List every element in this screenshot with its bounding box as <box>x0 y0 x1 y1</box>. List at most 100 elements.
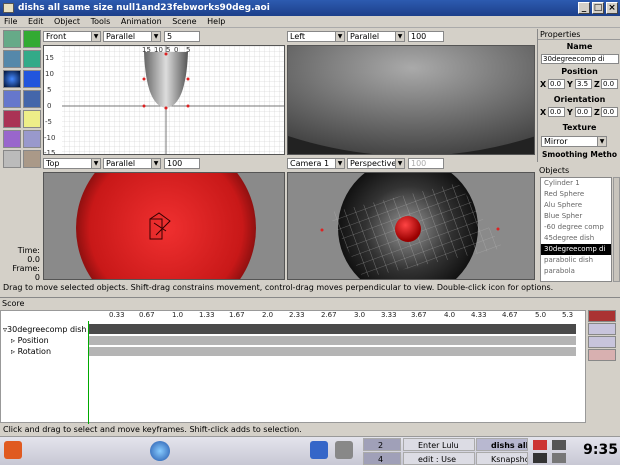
orientation-y-field[interactable]: 0.0 <box>575 107 592 117</box>
tray-icon[interactable] <box>533 440 547 450</box>
position-fields: X 0.0 Y 3.5 Z 0.0 <box>539 79 620 90</box>
timeline-tick: 4.0 <box>444 311 456 319</box>
track-list: ▿30degreecomp dish ▹ Position ▹ Rotation <box>3 324 88 357</box>
ruler-label: 0 <box>174 46 179 54</box>
cube-tool-icon[interactable] <box>23 70 41 88</box>
polymesh-tool-icon[interactable] <box>3 90 21 108</box>
list-item[interactable]: parabolic dish <box>541 255 611 266</box>
view4-mode-select[interactable]: Perspective ▼ <box>347 158 405 169</box>
menu-bar: File Edit Object Tools Animation Scene H… <box>0 16 620 28</box>
track-bar-object[interactable] <box>88 324 576 334</box>
timeline-tick: 2.67 <box>321 311 337 319</box>
konqueror-icon[interactable] <box>310 441 328 459</box>
kde-launcher-icon[interactable] <box>150 441 170 461</box>
minimize-button[interactable]: _ <box>578 2 590 14</box>
pan-tool-icon[interactable] <box>3 150 21 168</box>
keyframe-mode-icon[interactable] <box>588 349 616 361</box>
tray-icon[interactable] <box>533 453 547 463</box>
home-icon[interactable] <box>4 441 22 459</box>
task-dishs-all[interactable]: dishs all <box>476 438 528 451</box>
view2-zoom-field[interactable]: 100 <box>408 31 444 42</box>
timeline-ruler[interactable]: 0.33 0.67 1.0 1.33 1.67 2.0 2.33 2.67 3.… <box>88 311 578 321</box>
curve-tool-icon[interactable] <box>23 50 41 68</box>
task-enter-lulu[interactable]: Enter Lulu <box>403 438 475 451</box>
move-tool-icon[interactable] <box>3 30 21 48</box>
light-tool-icon[interactable] <box>23 110 41 128</box>
front-viewport[interactable]: 15 10 5 0 -5 -10 -15 15 10 5 0 5 <box>43 45 285 155</box>
camera-tool-icon[interactable] <box>3 110 21 128</box>
orientation-z-field[interactable]: 0.0 <box>601 107 618 117</box>
position-x-field[interactable]: 0.0 <box>548 79 565 89</box>
tray-icon[interactable] <box>552 453 566 463</box>
window-title: dishs all same size null1and23febworks90… <box>18 3 270 13</box>
top-viewport[interactable] <box>43 172 285 280</box>
menu-file[interactable]: File <box>0 16 21 28</box>
menu-object[interactable]: Object <box>50 16 84 28</box>
track-position[interactable]: ▹ Position <box>3 335 88 346</box>
orientation-x-field[interactable]: 0.0 <box>548 107 565 117</box>
desktop-4-button[interactable]: 4 <box>363 452 401 465</box>
track-bar-rotation[interactable] <box>88 347 576 356</box>
cylinder-tool-icon[interactable] <box>23 90 41 108</box>
position-z-field[interactable]: 0.0 <box>601 79 618 89</box>
tube-tool-icon[interactable] <box>23 130 41 148</box>
view1-view-select[interactable]: Front ▼ <box>43 31 101 42</box>
ruler-label: 10 <box>154 46 163 54</box>
view2-mode-select[interactable]: Parallel ▼ <box>347 31 405 42</box>
position-label: Position <box>561 67 598 76</box>
view1-zoom-field[interactable]: 5 <box>164 31 200 42</box>
track-rotation[interactable]: ▹ Rotation <box>3 346 88 357</box>
view4-view-select[interactable]: Camera 1 ▼ <box>287 158 345 169</box>
close-button[interactable]: × <box>606 2 618 14</box>
list-item[interactable]: Red Sphere <box>541 189 611 200</box>
view1-mode-select[interactable]: Parallel ▼ <box>103 31 161 42</box>
view-rotate-tool-icon[interactable] <box>23 150 41 168</box>
tray-icon[interactable] <box>552 440 566 450</box>
desktop-2-button[interactable]: 2 <box>363 438 401 451</box>
menu-edit[interactable]: Edit <box>24 16 48 28</box>
playhead[interactable] <box>88 321 89 424</box>
objects-scrollbar[interactable] <box>613 177 620 282</box>
status-bar: Drag to move selected objects. Shift-dra… <box>3 283 554 292</box>
view3-zoom-field[interactable]: 100 <box>164 158 200 169</box>
graph-mode-icon[interactable] <box>588 310 616 322</box>
view3-view-select[interactable]: Top ▼ <box>43 158 101 169</box>
curve-mode-icon[interactable] <box>588 323 616 335</box>
list-item-selected[interactable]: 30degreecomp di <box>541 244 611 255</box>
task-edit-use[interactable]: edit : Use <box>403 452 475 465</box>
ruler-label: 5 <box>166 46 171 54</box>
menu-help[interactable]: Help <box>203 16 229 28</box>
tool-palette <box>2 29 42 169</box>
rotate-tool-icon[interactable] <box>23 30 41 48</box>
score-mode-buttons <box>588 310 618 361</box>
time-label: Time: <box>17 246 40 255</box>
track-bar-position[interactable] <box>88 336 576 345</box>
position-y-field[interactable]: 3.5 <box>575 79 592 89</box>
score-area[interactable]: 0.33 0.67 1.0 1.33 1.67 2.0 2.33 2.67 3.… <box>0 310 586 424</box>
name-field[interactable]: 30degreecomp di <box>541 54 619 64</box>
list-item[interactable]: 45degree dish <box>541 233 611 244</box>
tracks-mode-icon[interactable] <box>588 336 616 348</box>
list-item[interactable]: Cylinder 1 <box>541 178 611 189</box>
system-icon[interactable] <box>335 441 353 459</box>
texture-select[interactable]: Mirror ▼ <box>541 136 607 147</box>
list-item[interactable]: Blue Spher <box>541 211 611 222</box>
menu-animation[interactable]: Animation <box>117 16 166 28</box>
camera-viewport[interactable] <box>287 172 535 280</box>
sphere-tool-icon[interactable] <box>3 70 21 88</box>
maximize-button[interactable]: □ <box>592 2 604 14</box>
menu-scene[interactable]: Scene <box>168 16 200 28</box>
track-object[interactable]: ▿30degreecomp dish <box>3 324 88 335</box>
list-item[interactable]: Alu Sphere <box>541 200 611 211</box>
view3-mode-select[interactable]: Parallel ▼ <box>103 158 161 169</box>
view4-zoom-field[interactable]: 100 <box>408 158 444 169</box>
list-item[interactable]: parabola <box>541 266 611 277</box>
menu-tools[interactable]: Tools <box>87 16 115 28</box>
view2-view-select[interactable]: Left ▼ <box>287 31 345 42</box>
spline-tool-icon[interactable] <box>3 130 21 148</box>
clock[interactable]: 9:35 <box>582 442 618 458</box>
task-ksnapshot[interactable]: Ksnapsho <box>476 452 528 465</box>
list-item[interactable]: -60 degree comp <box>541 222 611 233</box>
scale-tool-icon[interactable] <box>3 50 21 68</box>
left-viewport[interactable] <box>287 45 535 155</box>
